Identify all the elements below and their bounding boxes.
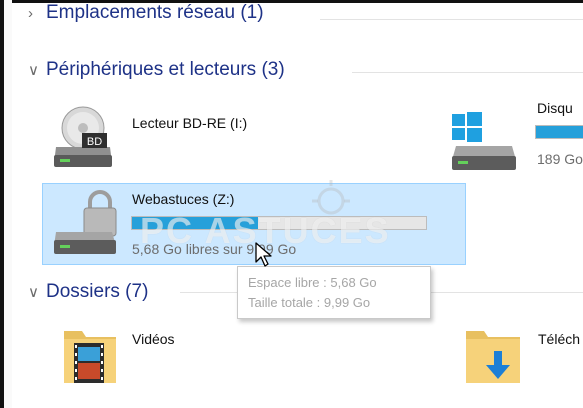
drive-free-space: 189 Go [537,151,583,167]
windows-drive-icon [452,112,516,170]
lightbulb-watermark-icon [312,180,350,215]
chevron-right-icon: › [28,4,33,22]
group-header-devices[interactable]: ∨ Périphériques et lecteurs (3) [28,57,285,83]
chevron-down-icon: ∨ [28,284,39,301]
drive-title: Lecteur BD-RE (I:) [132,115,248,131]
group-header-network[interactable]: › Emplacements réseau (1) [28,0,264,26]
drive-usage-bar [535,125,583,139]
group-header-folders[interactable]: ∨ Dossiers (7) [28,279,148,305]
tooltip-total-size: Taille totale : 9,99 Go [248,295,371,310]
group-header-label: Dossiers (7) [46,281,149,302]
group-divider [352,72,583,73]
bd-drive-icon: BD [54,106,112,167]
bd-badge: BD [87,136,102,148]
navigation-pane-edge [4,0,12,408]
group-header-label: Emplacements réseau (1) [46,2,264,23]
folder-label: Vidéos [132,331,175,347]
drive-usage-bar [131,216,427,230]
drive-title: Webastuces (Z:) [132,191,235,207]
drive-title: Disqu [537,100,573,116]
folder-label: Téléch [538,331,581,347]
downloads-folder-icon [466,331,520,383]
tooltip-free-space: Espace libre : 5,68 Go [248,275,377,290]
drive-tooltip: Espace libre : 5,68 Go Taille totale : 9… [237,266,431,319]
drive-usage-fill [132,217,259,229]
group-divider [320,19,583,20]
locked-drive-icon [54,190,117,254]
chevron-down-icon: ∨ [28,62,39,79]
videos-folder-icon [64,331,116,383]
mouse-cursor-icon [255,242,272,267]
drive-usage-fill [536,126,583,138]
group-header-label: Périphériques et lecteurs (3) [46,59,285,80]
